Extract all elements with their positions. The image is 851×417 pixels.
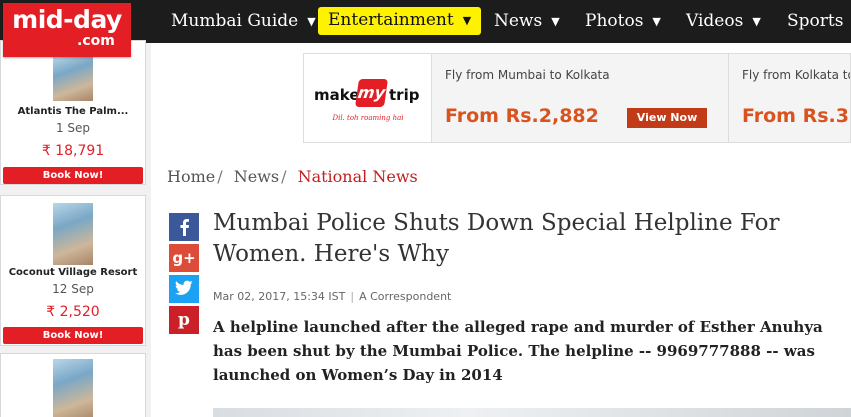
nav-item-news[interactable]: News ▼ xyxy=(494,0,560,43)
ad-route: Fly from Mumbai to Kolkata xyxy=(445,68,610,82)
google-plus-icon: g+ xyxy=(172,249,196,267)
hotel-card[interactable] xyxy=(0,353,146,417)
twitter-icon xyxy=(175,280,193,295)
makemytrip-logo: make my trip Dil. toh roaming hai xyxy=(304,54,432,142)
nav-label: News xyxy=(494,11,543,31)
hotel-price: ₹ 2,520 xyxy=(46,304,100,320)
logo-text: mid-day xyxy=(12,5,122,34)
breadcrumb-national-news[interactable]: National News xyxy=(298,167,418,186)
ad-divider xyxy=(728,54,729,142)
hotel-price: ₹ 18,791 xyxy=(41,143,105,159)
nav-item-photos[interactable]: Photos ▼ xyxy=(585,0,661,43)
logo-domain: .com xyxy=(77,33,115,49)
twitter-share-button[interactable] xyxy=(169,275,199,303)
breadcrumb-separator: / xyxy=(281,167,287,186)
nav-item-mumbai-guide[interactable]: Mumbai Guide ▼ xyxy=(171,0,316,43)
nav-item-entertainment[interactable]: Entertainment ▼ xyxy=(318,7,482,35)
book-now-button[interactable]: Book Now! xyxy=(3,327,143,344)
nav-label: Videos xyxy=(686,11,744,31)
hotel-image xyxy=(53,359,93,417)
breadcrumb-news[interactable]: News xyxy=(234,167,279,186)
view-now-button[interactable]: View Now xyxy=(627,108,707,128)
facebook-share-button[interactable] xyxy=(169,213,199,241)
google-plus-share-button[interactable]: g+ xyxy=(169,244,199,272)
hotel-image xyxy=(53,203,93,265)
site-logo[interactable]: mid-day .com xyxy=(3,3,131,57)
pinterest-icon: p xyxy=(178,310,190,330)
pinterest-share-button[interactable]: p xyxy=(169,306,199,334)
meta-separator: | xyxy=(350,290,355,303)
chevron-down-icon: ▼ xyxy=(752,15,761,28)
ad-tagline: Dil. toh roaming hai xyxy=(332,114,404,122)
hotel-card[interactable]: Atlantis The Palm... 1 Sep ₹ 18,791 Book… xyxy=(0,40,146,185)
hotel-date: 12 Sep xyxy=(52,282,94,296)
ad-route: Fly from Kolkata to Mumbai xyxy=(742,68,850,82)
chevron-down-icon: ▼ xyxy=(652,15,661,28)
logo-text-make: make xyxy=(314,86,360,104)
nav-item-sports[interactable]: Sports▼ xyxy=(787,0,851,43)
book-now-button[interactable]: Book Now! xyxy=(3,167,143,184)
hotel-name: Atlantis The Palm... xyxy=(17,106,129,117)
nav-label: Photos xyxy=(585,11,644,31)
breadcrumb-home[interactable]: Home xyxy=(167,167,215,186)
chevron-down-icon: ▼ xyxy=(307,15,316,28)
article-headline: Mumbai Police Shuts Down Special Helplin… xyxy=(213,210,780,267)
ad-price: From Rs.2,882 xyxy=(445,105,599,127)
hotel-deals-sidebar: Atlantis The Palm... 1 Sep ₹ 18,791 Book… xyxy=(0,40,151,417)
logo-text-trip: trip xyxy=(389,86,420,104)
article-summary: A helpline launched after the alleged ra… xyxy=(213,318,823,384)
nav-label: Sports xyxy=(787,11,844,31)
article-author[interactable]: A Correspondent xyxy=(359,290,451,303)
hotel-date: 1 Sep xyxy=(55,121,91,135)
breadcrumb: Home / News / National News xyxy=(167,167,418,186)
nav-label: Entertainment xyxy=(328,10,454,30)
hotel-image xyxy=(53,56,93,101)
logo-text-my: my xyxy=(355,79,388,107)
article-date: Mar 02, 2017, 15:34 IST xyxy=(213,290,346,303)
article-hero-image xyxy=(213,408,851,417)
chevron-down-icon: ▼ xyxy=(551,15,560,28)
ad-banner[interactable]: make my trip Dil. toh roaming hai Fly fr… xyxy=(303,53,851,143)
breadcrumb-separator: / xyxy=(217,167,223,186)
facebook-icon xyxy=(180,219,189,236)
hotel-card[interactable]: Coconut Village Resort 12 Sep ₹ 2,520 Bo… xyxy=(0,195,146,346)
chevron-down-icon: ▼ xyxy=(462,14,472,27)
nav-label: Mumbai Guide xyxy=(171,11,299,31)
ad-price: From Rs.3, xyxy=(742,105,851,127)
hotel-name: Coconut Village Resort xyxy=(8,267,138,278)
article-meta: Mar 02, 2017, 15:34 IST | A Correspondent xyxy=(213,290,451,303)
nav-item-videos[interactable]: Videos ▼ xyxy=(686,0,761,43)
